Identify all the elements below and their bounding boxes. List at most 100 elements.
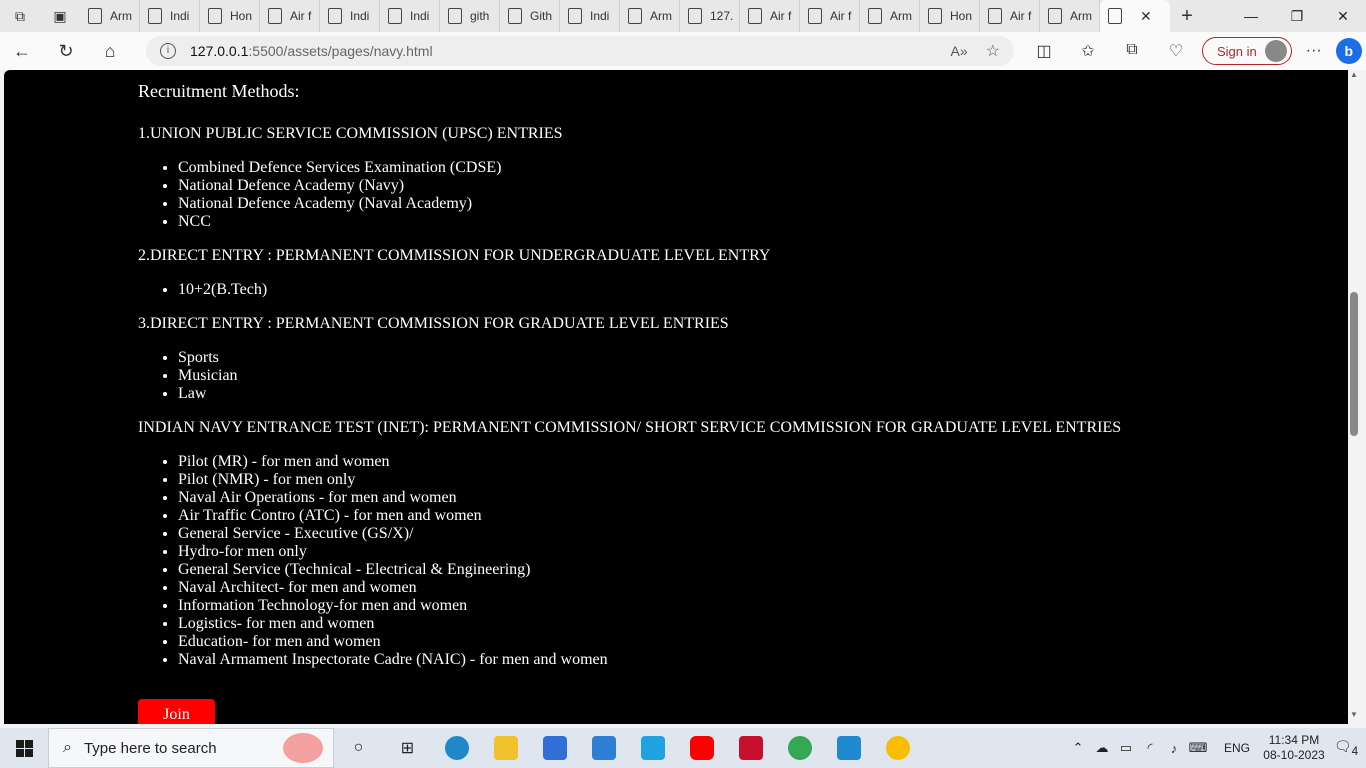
notification-count: 4 — [1351, 744, 1359, 758]
tab-label: Gith — [530, 9, 553, 23]
bing-copilot-icon[interactable]: b — [1335, 38, 1362, 64]
workspaces-icon[interactable]: ⧉ — [0, 0, 40, 32]
notification-center-icon[interactable]: 🗨4 — [1326, 738, 1366, 758]
tab-label: Arm — [650, 9, 672, 23]
mcafee-icon[interactable] — [726, 728, 775, 768]
battery-icon[interactable]: ▭ — [1114, 740, 1138, 756]
list-item: Combined Defence Services Examination (C… — [178, 159, 1238, 177]
sign-in-button[interactable]: Sign in — [1202, 37, 1292, 65]
page-icon — [88, 8, 102, 24]
refresh-button[interactable]: ↻ — [44, 32, 88, 70]
search-highlight-icon — [283, 733, 323, 763]
microsoft-store-icon[interactable] — [530, 728, 579, 768]
browser-tab[interactable]: Gith — [500, 0, 560, 32]
clock-date: 08-10-2023 — [1263, 748, 1325, 762]
page-icon — [868, 8, 882, 24]
clock[interactable]: 11:34 PM 08-10-2023 — [1262, 733, 1326, 763]
clock-time: 11:34 PM — [1268, 733, 1320, 747]
taskbar-search[interactable]: ⌕ Type here to search — [48, 728, 334, 768]
browser-tab[interactable]: Arm — [620, 0, 680, 32]
entry-list: Combined Defence Services Examination (C… — [178, 159, 1238, 231]
browser-tab[interactable]: Arm — [860, 0, 920, 32]
page-icon — [328, 8, 342, 24]
page-icon — [448, 8, 462, 24]
new-tab-button[interactable]: + — [1170, 5, 1204, 28]
recruitment-sections: 1.UNION PUBLIC SERVICE COMMISSION (UPSC)… — [138, 125, 1238, 669]
list-item: Education- for men and women — [178, 633, 1238, 651]
scroll-up-arrow-icon[interactable]: ▲ — [1348, 70, 1360, 84]
browser-tab[interactable]: 127. — [680, 0, 740, 32]
browser-tab[interactable]: Arm — [1040, 0, 1100, 32]
browser-tab[interactable]: Indi — [560, 0, 620, 32]
address-bar[interactable]: i 127.0.0.1:5500/assets/pages/navy.html … — [146, 36, 1014, 66]
vertical-scrollbar[interactable]: ▲ ▼ — [1348, 70, 1360, 724]
window-controls: — ❐ ✕ — [1228, 0, 1366, 32]
section-title: 3.DIRECT ENTRY : PERMANENT COMMISSION FO… — [138, 315, 729, 332]
join-button[interactable]: Join — [138, 699, 215, 724]
windows-logo-icon — [15, 739, 33, 757]
close-tab-icon[interactable]: ✕ — [1140, 8, 1152, 25]
file-explorer-icon[interactable] — [481, 728, 530, 768]
list-item: 10+2(B.Tech) — [178, 281, 1238, 299]
browser-tab[interactable]: Hon — [200, 0, 260, 32]
collections-icon[interactable]: ⧉ — [1110, 41, 1154, 61]
avatar-icon — [1264, 40, 1287, 62]
browser-tab[interactable]: Hon — [920, 0, 980, 32]
list-item: National Defence Academy (Naval Academy) — [178, 195, 1238, 213]
l-app-icon[interactable] — [628, 728, 677, 768]
start-button[interactable] — [0, 728, 48, 768]
edge-taskbar-icon[interactable] — [432, 728, 481, 768]
back-button[interactable]: ← — [0, 32, 44, 70]
restore-button[interactable]: ❐ — [1274, 0, 1320, 32]
favorite-star-icon[interactable]: ☆ — [986, 41, 1000, 61]
browser-tab[interactable]: Indi — [380, 0, 440, 32]
system-tray: ⌃ ☁ ▭ ◜ ♪ ⌨ ENG 11:34 PM 08-10-2023 🗨4 — [1066, 728, 1366, 768]
list-item: Naval Air Operations - for men and women — [178, 489, 1238, 507]
chrome-icon[interactable] — [775, 728, 824, 768]
close-window-button[interactable]: ✕ — [1320, 0, 1366, 32]
page-icon — [568, 8, 582, 24]
tab-actions-icon[interactable]: ▣ — [40, 0, 80, 32]
wifi-icon[interactable]: ◜ — [1138, 740, 1162, 756]
volume-icon[interactable]: ♪ — [1162, 741, 1186, 756]
vscode-icon[interactable] — [824, 728, 873, 768]
page-icon — [748, 8, 762, 24]
cortana-icon[interactable]: ○ — [334, 728, 383, 768]
language-indicator[interactable]: ENG — [1224, 741, 1250, 755]
browser-tab[interactable]: Arm — [80, 0, 140, 32]
tab-label: Air f — [830, 9, 852, 23]
scrollbar-thumb[interactable] — [1350, 292, 1358, 436]
favorites-icon[interactable]: ✩ — [1066, 41, 1110, 61]
youtube-icon[interactable] — [677, 728, 726, 768]
list-item: Pilot (MR) - for men and women — [178, 453, 1238, 471]
browser-tab[interactable]: gith — [440, 0, 500, 32]
home-button[interactable]: ⌂ — [88, 32, 132, 70]
read-aloud-icon[interactable]: A» — [951, 43, 968, 59]
browser-tab[interactable]: Air f — [740, 0, 800, 32]
tab-label: Air f — [1010, 9, 1032, 23]
scroll-down-arrow-icon[interactable]: ▼ — [1348, 710, 1360, 724]
list-item: General Service - Executive (GS/X)/ — [178, 525, 1238, 543]
browser-tab[interactable]: Air f — [260, 0, 320, 32]
mail-icon[interactable] — [579, 728, 628, 768]
show-hidden-icons-icon[interactable]: ⌃ — [1066, 740, 1090, 756]
entry-list: 10+2(B.Tech) — [178, 281, 1238, 299]
onedrive-icon[interactable]: ☁ — [1090, 740, 1114, 756]
split-screen-icon[interactable]: ◫ — [1022, 41, 1066, 61]
active-tab[interactable]: ✕ — [1100, 0, 1170, 32]
section-title: 2.DIRECT ENTRY : PERMANENT COMMISSION FO… — [138, 247, 771, 264]
page-icon — [628, 8, 642, 24]
chrome-profile-icon[interactable] — [873, 728, 922, 768]
browser-tab[interactable]: Air f — [800, 0, 860, 32]
browser-tab[interactable]: Indi — [320, 0, 380, 32]
site-info-icon[interactable]: i — [160, 43, 176, 59]
page-icon — [388, 8, 402, 24]
browser-tab[interactable]: Indi — [140, 0, 200, 32]
browser-essentials-icon[interactable]: ♡ — [1154, 41, 1198, 61]
minimize-button[interactable]: — — [1228, 0, 1274, 32]
task-view-icon[interactable]: ⊞ — [383, 728, 432, 768]
keyboard-icon[interactable]: ⌨ — [1186, 740, 1210, 756]
more-menu-icon[interactable]: ··· — [1292, 42, 1336, 60]
browser-tab[interactable]: Air f — [980, 0, 1040, 32]
page-icon — [988, 8, 1002, 24]
